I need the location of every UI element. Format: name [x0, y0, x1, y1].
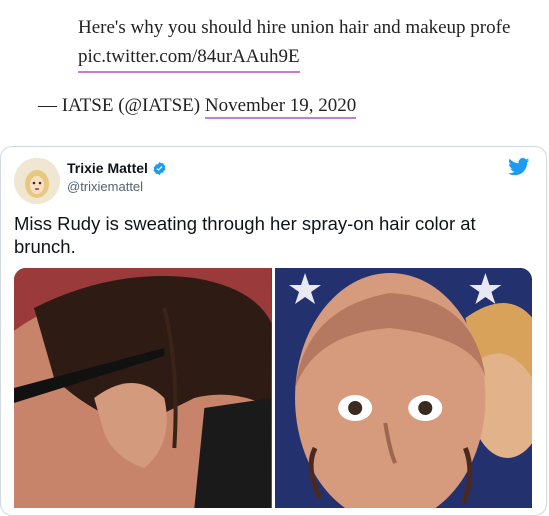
avatar[interactable] [14, 158, 60, 204]
attribution: — IATSE (@IATSE) November 19, 2020 [38, 95, 357, 119]
pic-link[interactable]: pic.twitter.com/84urAAuh9E [78, 44, 300, 73]
handle[interactable]: @trixiemattel [67, 179, 143, 194]
quote-text: Here's why you should hire union hair an… [78, 17, 511, 38]
display-name-row[interactable]: Trixie Mattel [67, 160, 167, 176]
sweating-hair-photo [14, 268, 272, 508]
attribution-date-link[interactable]: November 19, 2020 [204, 95, 357, 119]
twitter-bird-icon[interactable] [508, 158, 530, 176]
tweet-text: Miss Rudy is sweating through her spray-… [14, 213, 476, 257]
embedded-quote: Here's why you should hire union hair an… [78, 12, 549, 73]
avatar-image [14, 158, 60, 204]
tweet-photo-right[interactable] [274, 268, 532, 508]
display-name[interactable]: Trixie Mattel [67, 160, 148, 176]
attribution-author: — IATSE (@IATSE) [38, 95, 201, 116]
verified-badge-icon [153, 161, 166, 175]
tweet-media[interactable] [14, 268, 532, 508]
tweet-card[interactable]: Trixie Mattel @trixiemattel Miss Rudy is… [0, 146, 547, 516]
face-photo [274, 268, 532, 508]
tweet-photo-left[interactable] [14, 268, 272, 508]
